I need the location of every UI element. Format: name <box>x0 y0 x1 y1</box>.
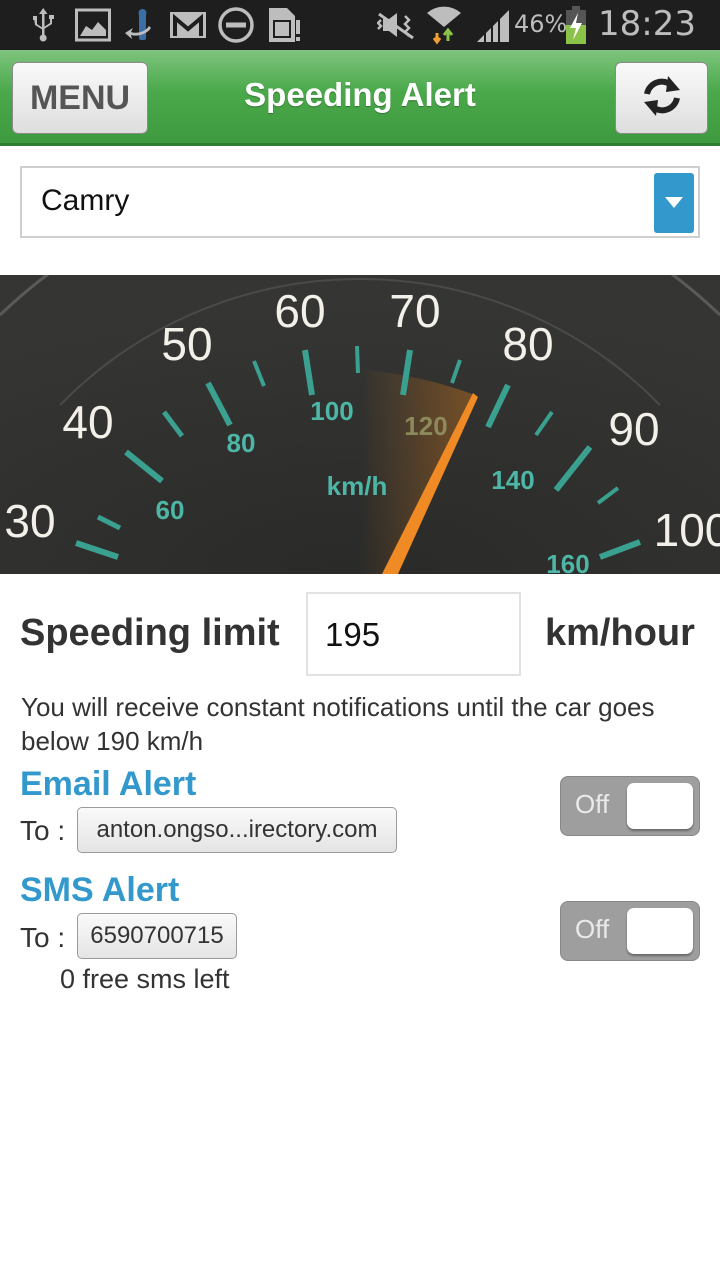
speedometer-inner-label: 120 <box>404 411 447 441</box>
usb-icon <box>28 8 58 42</box>
vehicle-select-value: Camry <box>41 184 130 217</box>
speedometer-image: 60 80 100 120 140 160 30 40 50 60 70 80 90 100 km/h <box>0 275 720 574</box>
sms-to-label: To : <box>20 922 66 953</box>
battery-charging-icon <box>564 6 588 44</box>
speedometer-inner-label: 60 <box>156 495 185 525</box>
app-header: MENU Speeding Alert <box>0 50 720 146</box>
speedometer-inner-label: 100 <box>310 396 353 426</box>
download-app-icon <box>122 8 156 42</box>
speedometer-outer-label: 30 <box>4 495 55 547</box>
speedometer-outer-label: 40 <box>62 396 113 448</box>
select-arrow-button[interactable] <box>654 173 694 233</box>
clock: 18:23 <box>598 4 696 44</box>
speeding-limit-input[interactable]: 195 <box>306 592 521 676</box>
speedometer-tick <box>355 345 360 374</box>
speedometer-outer-label: 50 <box>161 318 212 370</box>
chevron-down-icon <box>665 197 683 208</box>
email-toggle-state: Off <box>575 789 610 819</box>
speeding-limit-unit: km/hour <box>545 612 695 654</box>
status-bar: 46% 18:23 <box>0 0 720 50</box>
battery-percent: 46% <box>514 10 568 38</box>
wifi-icon <box>424 6 464 45</box>
notification-note: You will receive constant notifications … <box>21 692 655 756</box>
page-title: Speeding Alert <box>244 76 476 113</box>
email-alert-title: Email Alert <box>20 765 197 803</box>
refresh-button[interactable] <box>615 62 708 134</box>
mute-icon <box>376 8 418 42</box>
speedometer-outer-label: 80 <box>502 318 553 370</box>
vehicle-select[interactable]: Camry <box>20 166 700 238</box>
email-to-label: To : <box>20 815 66 846</box>
image-icon <box>74 8 112 42</box>
speedometer-outer-label: 90 <box>608 403 659 455</box>
sms-alert-toggle[interactable]: Off <box>560 901 700 961</box>
email-alert-toggle[interactable]: Off <box>560 776 700 836</box>
speedometer-unit-label: km/h <box>327 471 388 501</box>
sms-recipient-button[interactable]: 6590700715 <box>77 913 237 959</box>
free-sms-count: 0 free sms left <box>60 964 230 994</box>
refresh-icon <box>638 72 686 125</box>
signal-icon <box>474 8 512 42</box>
sms-alert-title: SMS Alert <box>20 871 180 909</box>
email-recipient-button[interactable]: anton.ongso...irectory.com <box>77 807 397 853</box>
speeding-limit-value: 195 <box>325 616 381 653</box>
speedometer-outer-label: 70 <box>389 285 440 337</box>
speedometer-inner-label: 160 <box>546 549 589 574</box>
speedometer-outer-label: 100 <box>654 504 720 556</box>
do-not-disturb-icon <box>216 7 256 43</box>
gmail-icon <box>168 8 208 42</box>
sd-card-icon <box>266 8 302 42</box>
sms-toggle-state: Off <box>575 914 610 944</box>
email-toggle-knob[interactable] <box>627 783 693 829</box>
speeding-limit-label: Speeding limit <box>20 612 280 654</box>
speedometer-outer-label: 60 <box>274 285 325 337</box>
speedometer-inner-label: 140 <box>491 465 534 495</box>
speedometer-inner-label: 80 <box>227 428 256 458</box>
sms-toggle-knob[interactable] <box>627 908 693 954</box>
